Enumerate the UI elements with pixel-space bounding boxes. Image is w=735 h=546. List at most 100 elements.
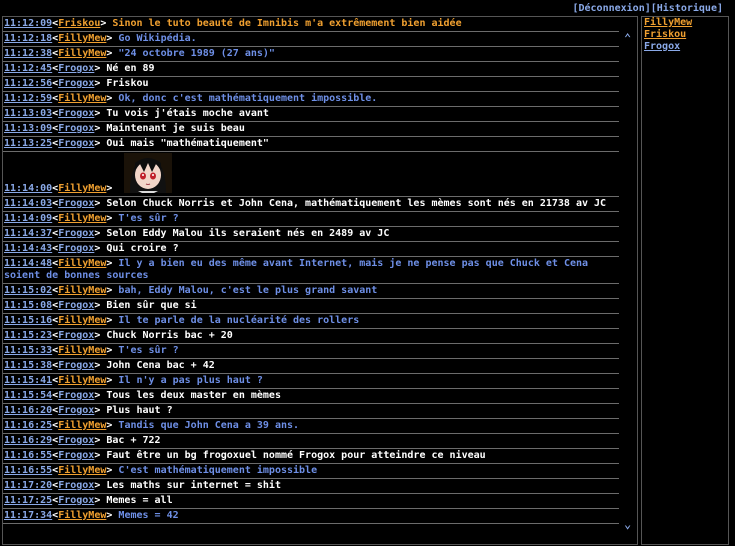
message-timestamp[interactable]: 11:12:56 — [4, 78, 52, 89]
bracket: > — [100, 18, 113, 29]
message-author[interactable]: FillyMew — [58, 48, 106, 59]
message-author[interactable]: Frogox — [58, 300, 94, 311]
message-meta: 11:15:54<Frogox> — [4, 390, 106, 401]
message-row: 11:12:38<FillyMew> "24 octobre 1989 (27 … — [3, 47, 619, 62]
message-author[interactable]: Frogox — [58, 330, 94, 341]
message-timestamp[interactable]: 11:15:02 — [4, 285, 52, 296]
scroll-down-icon[interactable]: ⌄ — [624, 517, 631, 531]
bracket: > — [106, 213, 119, 224]
message-author[interactable]: FillyMew — [58, 465, 106, 476]
message-author[interactable]: Frogox — [58, 360, 94, 371]
scroll-up-icon[interactable]: ⌃ — [624, 31, 631, 45]
message-author[interactable]: Frogox — [58, 495, 94, 506]
bracket: > — [106, 345, 119, 356]
message-author[interactable]: Frogox — [58, 480, 94, 491]
message-text: Tu vois j'étais moche avant — [106, 108, 269, 119]
message-author[interactable]: FillyMew — [58, 93, 106, 104]
message-timestamp[interactable]: 11:15:41 — [4, 375, 52, 386]
bracket: > — [106, 33, 119, 44]
message-author[interactable]: Frogox — [58, 228, 94, 239]
message-meta: 11:16:55<Frogox> — [4, 450, 106, 461]
message-timestamp[interactable]: 11:17:20 — [4, 480, 52, 491]
message-author[interactable]: FillyMew — [58, 213, 106, 224]
message-text: Ok, donc c'est mathématiquement impossib… — [118, 93, 378, 104]
scrollbar[interactable]: ⌃ ⌄ — [621, 17, 637, 544]
message-timestamp[interactable]: 11:15:23 — [4, 330, 52, 341]
message-timestamp[interactable]: 11:17:25 — [4, 495, 52, 506]
message-author[interactable]: FillyMew — [58, 183, 106, 194]
message-author[interactable]: FillyMew — [58, 510, 106, 521]
message-timestamp[interactable]: 11:14:00 — [4, 183, 52, 194]
message-timestamp[interactable]: 11:12:09 — [4, 18, 52, 29]
message-author[interactable]: Frogox — [58, 243, 94, 254]
message-timestamp[interactable]: 11:14:03 — [4, 198, 52, 209]
message-author[interactable]: FillyMew — [58, 33, 106, 44]
message-timestamp[interactable]: 11:15:38 — [4, 360, 52, 371]
message-timestamp[interactable]: 11:15:33 — [4, 345, 52, 356]
message-timestamp[interactable]: 11:16:29 — [4, 435, 52, 446]
message-timestamp[interactable]: 11:14:37 — [4, 228, 52, 239]
message-meta: 11:16:55<FillyMew> — [4, 465, 118, 476]
message-row: 11:14:43<Frogox> Qui croire ? — [3, 242, 619, 257]
message-row: 11:16:55<FillyMew> C'est mathématiquemen… — [3, 464, 619, 479]
message-timestamp[interactable]: 11:17:34 — [4, 510, 52, 521]
user-list-item[interactable]: Frogox — [642, 41, 728, 53]
bracket: > — [106, 465, 119, 476]
message-author[interactable]: FillyMew — [58, 285, 106, 296]
logout-link[interactable]: [Déconnexion] — [572, 3, 650, 14]
message-author[interactable]: FillyMew — [58, 345, 106, 356]
message-timestamp[interactable]: 11:14:43 — [4, 243, 52, 254]
bracket: > — [94, 330, 107, 341]
message-author[interactable]: Frogox — [58, 123, 94, 134]
message-timestamp[interactable]: 11:14:09 — [4, 213, 52, 224]
message-timestamp[interactable]: 11:16:55 — [4, 450, 52, 461]
message-text: Faut être un bg frogoxuel nommé Frogox p… — [106, 450, 486, 461]
message-author[interactable]: FillyMew — [58, 315, 106, 326]
message-author[interactable]: Frogox — [58, 78, 94, 89]
message-timestamp[interactable]: 11:16:55 — [4, 465, 52, 476]
message-timestamp[interactable]: 11:15:54 — [4, 390, 52, 401]
message-row: 11:15:02<FillyMew> bah, Eddy Malou, c'es… — [3, 284, 619, 299]
message-text: C'est mathématiquement impossible — [118, 465, 318, 476]
message-author[interactable]: Frogox — [58, 405, 94, 416]
message-author[interactable]: Frogox — [58, 63, 94, 74]
message-timestamp[interactable]: 11:12:59 — [4, 93, 52, 104]
message-timestamp[interactable]: 11:13:09 — [4, 123, 52, 134]
user-list-item[interactable]: FillyMew — [642, 17, 728, 29]
message-timestamp[interactable]: 11:13:03 — [4, 108, 52, 119]
message-meta: 11:17:25<Frogox> — [4, 495, 106, 506]
message-text: Maintenant je suis beau — [106, 123, 245, 134]
message-timestamp[interactable]: 11:12:18 — [4, 33, 52, 44]
message-timestamp[interactable]: 11:13:25 — [4, 138, 52, 149]
message-timestamp[interactable]: 11:16:20 — [4, 405, 52, 416]
bracket: > — [94, 228, 107, 239]
message-author[interactable]: Frogox — [58, 198, 94, 209]
message-timestamp[interactable]: 11:15:16 — [4, 315, 52, 326]
message-author[interactable]: Frogox — [58, 138, 94, 149]
message-text: T'es sûr ? — [118, 213, 179, 224]
message-text: Memes = all — [106, 495, 173, 506]
message-timestamp[interactable]: 11:12:45 — [4, 63, 52, 74]
message-author[interactable]: Frogox — [58, 450, 94, 461]
message-timestamp[interactable]: 11:15:08 — [4, 300, 52, 311]
message-timestamp[interactable]: 11:16:25 — [4, 420, 52, 431]
message-timestamp[interactable]: 11:14:48 — [4, 258, 52, 269]
message-author[interactable]: Frogox — [58, 390, 94, 401]
message-meta: 11:12:45<Frogox> — [4, 63, 106, 74]
history-link[interactable]: [Historique] — [651, 3, 723, 14]
bracket: > — [106, 183, 113, 194]
message-row: 11:12:59<FillyMew> Ok, donc c'est mathém… — [3, 92, 619, 107]
message-author[interactable]: FillyMew — [58, 258, 106, 269]
message-row: 11:15:41<FillyMew> Il n'y a pas plus hau… — [3, 374, 619, 389]
message-author[interactable]: FillyMew — [58, 420, 106, 431]
message-author[interactable]: Frogox — [58, 435, 94, 446]
message-author[interactable]: FillyMew — [58, 375, 106, 386]
bracket: > — [94, 480, 107, 491]
message-timestamp[interactable]: 11:12:38 — [4, 48, 52, 59]
message-author[interactable]: Friskou — [58, 18, 100, 29]
user-list-item[interactable]: Friskou — [642, 29, 728, 41]
message-author[interactable]: Frogox — [58, 108, 94, 119]
message-meta: 11:14:48<FillyMew> — [4, 258, 118, 269]
message-text: Qui croire ? — [106, 243, 179, 254]
message-text: Tandis que John Cena a 39 ans. — [118, 420, 300, 431]
